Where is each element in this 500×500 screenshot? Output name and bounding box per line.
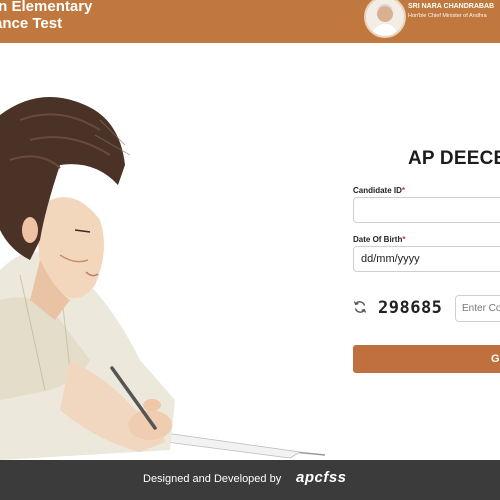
top-header: in Elementary ance Test SRI NARA CHANDRA… bbox=[0, 0, 500, 43]
dob-input[interactable]: dd/mm/yyyy bbox=[353, 246, 500, 272]
captcha-code: 298685 bbox=[378, 298, 443, 318]
chief-minister-avatar bbox=[364, 0, 406, 38]
refresh-captcha-icon[interactable] bbox=[353, 300, 367, 314]
dob-label: Date Of Birth* bbox=[353, 235, 406, 244]
candidate-id-label: Candidate ID* bbox=[353, 186, 406, 195]
chief-minister-name: SRI NARA CHANDRABAB bbox=[408, 3, 495, 10]
chief-minister-role: Hon'ble Chief Minister of Andhra bbox=[408, 13, 487, 19]
header-title-line2: ance Test bbox=[0, 15, 63, 32]
header-title: in Elementary ance Test bbox=[0, 0, 92, 32]
apcfss-logo: apcfss bbox=[296, 469, 347, 486]
form-title: AP DEECET bbox=[408, 148, 500, 169]
required-marker: * bbox=[401, 186, 406, 195]
student-illustration bbox=[0, 60, 330, 460]
required-marker: * bbox=[402, 235, 406, 244]
captcha-input[interactable] bbox=[455, 295, 500, 322]
header-title-line1: in Elementary bbox=[0, 0, 93, 15]
footer: Designed and Developed by apcfss bbox=[0, 460, 500, 500]
candidate-id-input[interactable] bbox=[353, 197, 500, 223]
footer-credit: Designed and Developed by bbox=[143, 473, 282, 485]
submit-button[interactable]: G bbox=[353, 345, 500, 373]
